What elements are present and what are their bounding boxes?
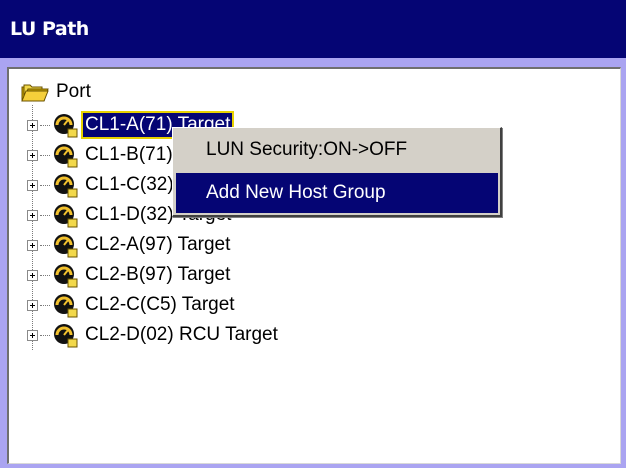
expand-toggle[interactable]	[27, 239, 38, 251]
tree-item-cl2-a[interactable]: CL2-A(97) Target	[27, 230, 232, 260]
tree-item-label: CL2-C(C5) Target	[85, 294, 235, 315]
gauge-icon	[54, 234, 78, 258]
tree-item-cl2-b[interactable]: CL2-B(97) Target	[27, 260, 232, 290]
tree-item-cl2-c[interactable]: CL2-C(C5) Target	[27, 290, 237, 320]
menu-item-add-new-host-group[interactable]: Add New Host Group	[176, 173, 498, 213]
tree-connector	[40, 244, 50, 246]
expand-toggle[interactable]	[27, 119, 38, 131]
expand-toggle[interactable]	[27, 149, 38, 161]
folder-open-icon	[21, 84, 49, 102]
expand-toggle[interactable]	[27, 299, 38, 311]
tree-connector	[40, 124, 50, 126]
window-title: LU Path	[0, 0, 626, 58]
gauge-icon	[54, 204, 78, 228]
tree-item-label: CL2-B(97) Target	[85, 264, 231, 285]
gauge-icon	[54, 324, 78, 348]
tree-root-port[interactable]: Port	[20, 79, 93, 105]
tree-item-label: CL2-D(02) RCU Target	[85, 324, 278, 345]
expand-toggle[interactable]	[27, 329, 38, 341]
tree-connector	[40, 214, 50, 216]
tree-root-label: Port	[56, 81, 91, 102]
expand-toggle[interactable]	[27, 209, 38, 221]
tree-connector	[40, 184, 50, 186]
tree-connector	[40, 304, 50, 306]
lu-path-window: LU Path Port CL1-A(71) Target CL1-B(71) …	[0, 0, 626, 468]
gauge-icon	[54, 174, 78, 198]
gauge-icon	[54, 264, 78, 288]
expand-toggle[interactable]	[27, 269, 38, 281]
context-menu: LUN Security:ON->OFF Add New Host Group	[172, 127, 502, 217]
tree-connector	[40, 274, 50, 276]
expand-toggle[interactable]	[27, 179, 38, 191]
gauge-icon	[54, 294, 78, 318]
tree-item-label: CL2-A(97) Target	[85, 234, 231, 255]
gauge-icon	[54, 144, 78, 168]
tree-connector	[40, 154, 50, 156]
tree-item-cl2-d[interactable]: CL2-D(02) RCU Target	[27, 320, 280, 350]
gauge-icon	[54, 114, 78, 138]
menu-item-lun-security[interactable]: LUN Security:ON->OFF	[176, 130, 498, 170]
tree-connector	[40, 334, 50, 336]
